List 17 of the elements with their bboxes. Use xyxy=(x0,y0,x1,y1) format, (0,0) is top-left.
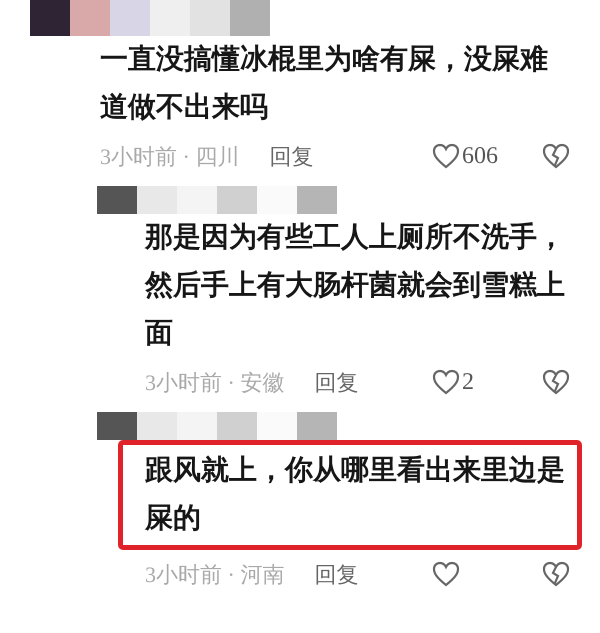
comment-text: 那是因为有些工人上厕所不洗手，然后手上有大肠杆菌就会到雪糕上面 xyxy=(145,221,566,351)
heart-icon[interactable] xyxy=(432,369,460,395)
comment-text: 跟风就上，你从哪里看出来里边是屎的 xyxy=(118,440,582,550)
broken-heart-icon[interactable] xyxy=(542,561,570,587)
reply-link[interactable]: 回复 xyxy=(314,558,358,590)
comment-text: 一直没搞懂冰棍里为啥有屎，没屎难道做不出来吗 xyxy=(100,43,549,125)
comment-meta: 3小时前 · 河南 xyxy=(145,560,284,588)
like-count: 2 xyxy=(462,368,474,397)
heart-icon[interactable] xyxy=(432,143,460,169)
reply-link[interactable]: 回复 xyxy=(269,140,314,172)
comment-meta: 3小时前 · 四川 xyxy=(100,142,240,170)
broken-heart-icon[interactable] xyxy=(542,143,570,169)
reply-link[interactable]: 回复 xyxy=(314,366,358,398)
heart-icon[interactable] xyxy=(432,561,460,587)
broken-heart-icon[interactable] xyxy=(542,369,570,395)
like-count: 606 xyxy=(462,142,498,171)
comment-meta: 3小时前 · 安徽 xyxy=(145,368,284,396)
